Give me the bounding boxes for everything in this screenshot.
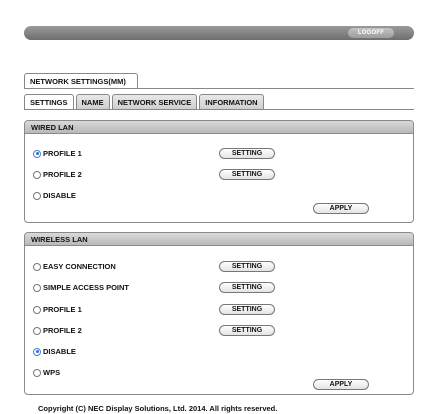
logoff-button[interactable]: LOGOFF	[348, 28, 394, 38]
radio-icon[interactable]	[33, 191, 41, 200]
radio-icon[interactable]	[33, 347, 41, 356]
wireless-disable-option[interactable]: DISABLE	[33, 346, 76, 357]
radio-icon[interactable]	[33, 262, 41, 271]
radio-icon[interactable]	[33, 305, 41, 314]
radio-icon[interactable]	[33, 170, 41, 179]
section-title: WIRED LAN	[25, 121, 413, 134]
simple-access-point-setting-button[interactable]: SETTING	[219, 282, 275, 293]
option-label: WPS	[43, 368, 61, 377]
wireless-simple-access-point-option[interactable]: SIMPLE ACCESS POINT	[33, 282, 129, 293]
option-label: EASY CONNECTION	[43, 262, 116, 271]
option-label: DISABLE	[43, 191, 76, 200]
copyright-text: Copyright (C) NEC Display Solutions, Ltd…	[38, 404, 278, 413]
wired-profile-1-option[interactable]: PROFILE 1	[33, 148, 82, 159]
top-bar: LOGOFF	[24, 26, 414, 40]
option-label: PROFILE 1	[43, 149, 82, 158]
wireless-profile-1-option[interactable]: PROFILE 1	[33, 304, 82, 315]
wired-profile-2-option[interactable]: PROFILE 2	[33, 169, 82, 180]
wireless-profile-1-setting-button[interactable]: SETTING	[219, 304, 275, 315]
radio-icon[interactable]	[33, 326, 41, 335]
radio-icon[interactable]	[33, 283, 41, 292]
tab-bar: SETTINGS NAME NETWORK SERVICE INFORMATIO…	[24, 94, 264, 109]
wireless-profile-2-option[interactable]: PROFILE 2	[33, 325, 82, 336]
wireless-profile-2-setting-button[interactable]: SETTING	[219, 325, 275, 336]
wired-disable-option[interactable]: DISABLE	[33, 190, 76, 201]
wired-lan-section: WIRED LAN PROFILE 1 SETTING PROFILE 2 SE…	[24, 120, 414, 223]
easy-connection-setting-button[interactable]: SETTING	[219, 261, 275, 272]
option-label: PROFILE 2	[43, 170, 82, 179]
option-label: PROFILE 2	[43, 326, 82, 335]
radio-icon[interactable]	[33, 368, 41, 377]
wireless-apply-button[interactable]: APPLY	[313, 379, 369, 390]
section-title: WIRELESS LAN	[25, 233, 413, 246]
option-label: PROFILE 1	[43, 305, 82, 314]
wireless-wps-option[interactable]: WPS	[33, 367, 60, 378]
option-label: DISABLE	[43, 347, 76, 356]
wireless-lan-section: WIRELESS LAN EASY CONNECTION SETTING SIM…	[24, 232, 414, 395]
tab-network-service[interactable]: NETWORK SERVICE	[111, 94, 198, 109]
tab-settings[interactable]: SETTINGS	[24, 94, 74, 109]
divider	[24, 88, 414, 89]
tab-information[interactable]: INFORMATION	[199, 94, 264, 109]
wireless-easy-connection-option[interactable]: EASY CONNECTION	[33, 261, 116, 272]
wired-profile-2-setting-button[interactable]: SETTING	[219, 169, 275, 180]
wired-profile-1-setting-button[interactable]: SETTING	[219, 148, 275, 159]
radio-icon[interactable]	[33, 149, 41, 158]
divider	[24, 109, 414, 110]
tab-name[interactable]: NAME	[75, 94, 110, 109]
network-settings-title-tab: NETWORK SETTINGS(MM)	[24, 73, 138, 88]
option-label: SIMPLE ACCESS POINT	[43, 283, 129, 292]
wired-apply-button[interactable]: APPLY	[313, 203, 369, 214]
